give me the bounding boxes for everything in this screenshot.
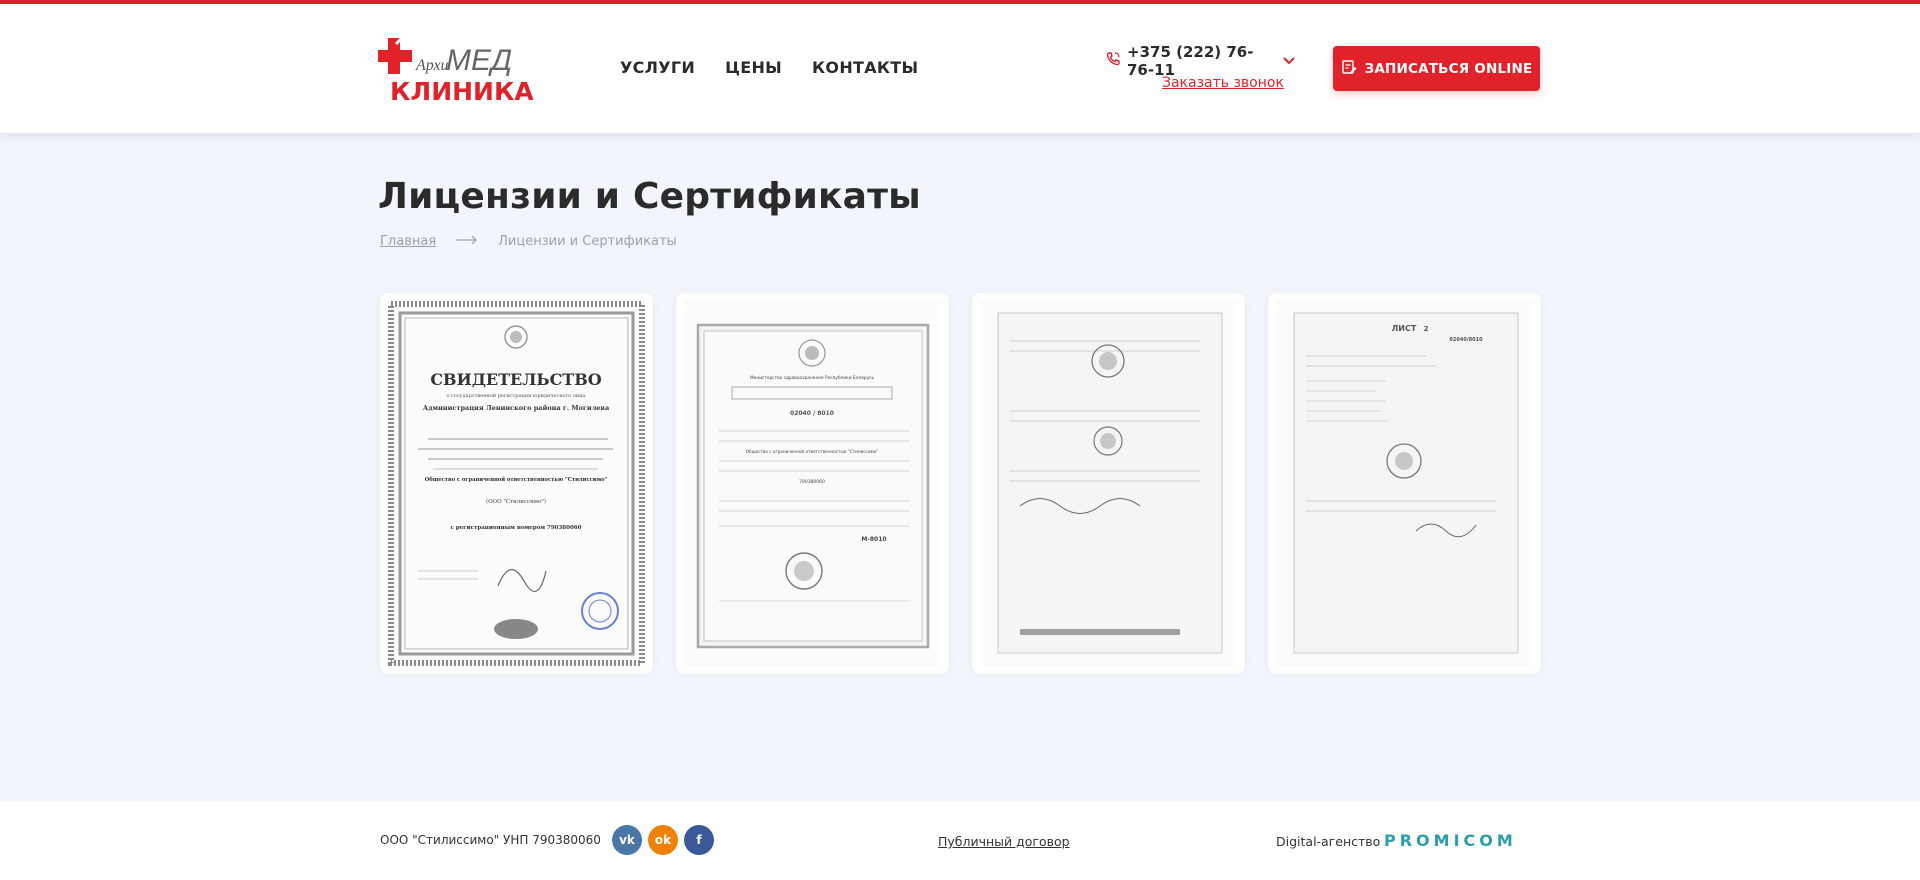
license-heading: Министерство здравоохранения Республики … <box>750 375 875 381</box>
document-card[interactable]: ЛИСТ 2 02040/8010 <box>1268 293 1541 674</box>
signup-online-button[interactable]: ЗАПИСАТЬСЯ ONLINE <box>1333 46 1540 91</box>
logo-text-clinic: КЛИНИКА <box>390 77 533 106</box>
phone-number[interactable]: +375 (222) 76-76-11 <box>1127 43 1277 79</box>
nav-item-prices[interactable]: ЦЕНЫ <box>725 58 782 77</box>
site-logo[interactable]: Архи МЕД КЛИНИКА <box>378 34 533 106</box>
sheet-heading: ЛИСТ <box>1392 324 1417 333</box>
form-icon <box>1341 59 1357 79</box>
document-card[interactable]: Министерство здравоохранения Республики … <box>676 293 949 674</box>
site-footer: ООО "Стилиссимо" УНП 790380060 vk ok f П… <box>0 801 1920 880</box>
phone-row[interactable]: +375 (222) 76-76-11 <box>1105 43 1295 79</box>
logo-text-top: Архи <box>415 57 449 74</box>
ok-icon[interactable]: ok <box>648 825 678 855</box>
certificate-line5: с регистрационным номером 790380060 <box>451 525 582 531</box>
document-image-license-sheet-1 <box>980 301 1237 666</box>
main-nav: УСЛУГИ ЦЕНЫ КОНТАКТЫ <box>620 58 918 77</box>
license-number: 02040 / 8010 <box>790 410 834 417</box>
phone-block: +375 (222) 76-76-11 Заказать звонок <box>1105 43 1295 91</box>
license-reg: 790380060 <box>799 479 825 485</box>
arrow-right-icon <box>456 234 478 249</box>
nav-item-services[interactable]: УСЛУГИ <box>620 58 695 77</box>
phone-icon <box>1105 51 1121 72</box>
sheet-number: 02040/8010 <box>1449 337 1483 343</box>
agency-logo[interactable]: PROMICOM <box>1384 831 1544 854</box>
document-image-license: Министерство здравоохранения Республики … <box>684 301 941 666</box>
page-title: Лицензии и Сертификаты <box>378 176 921 217</box>
license-org: Общество с ограниченной ответственностью… <box>746 449 879 454</box>
certificate-line2: Администрация Ленинского района г. Могил… <box>423 404 610 412</box>
social-links: vk ok f <box>612 825 714 855</box>
document-card[interactable] <box>972 293 1245 674</box>
sheet-page: 2 <box>1424 325 1429 333</box>
certificate-heading: СВИДЕТЕЛЬСТВО <box>430 370 601 389</box>
public-contract-link[interactable]: Публичный договор <box>938 834 1070 849</box>
logo-text-med: МЕД <box>446 44 512 77</box>
nav-item-contacts[interactable]: КОНТАКТЫ <box>812 58 918 77</box>
document-image-certificate: СВИДЕТЕЛЬСТВО о государственной регистра… <box>388 301 645 666</box>
callback-link[interactable]: Заказать звонок <box>1162 75 1295 91</box>
agency-name: PROMICOM <box>1384 831 1517 849</box>
signup-button-label: ЗАПИСАТЬСЯ ONLINE <box>1364 60 1533 77</box>
chevron-down-icon[interactable] <box>1283 52 1295 70</box>
vk-icon[interactable]: vk <box>612 825 642 855</box>
license-code: М-8010 <box>861 536 886 543</box>
certificate-line4: (ООО "Стилиссимо") <box>486 498 546 505</box>
documents-gallery: СВИДЕТЕЛЬСТВО о государственной регистра… <box>380 293 1541 674</box>
certificate-line1: о государственной регистрации юридическо… <box>447 393 586 399</box>
logo-graphic: Архи МЕД КЛИНИКА <box>378 35 533 106</box>
document-card[interactable]: СВИДЕТЕЛЬСТВО о государственной регистра… <box>380 293 653 674</box>
site-header: Архи МЕД КЛИНИКА УСЛУГИ ЦЕНЫ КОНТАКТЫ +3… <box>0 4 1920 133</box>
breadcrumb: Главная Лицензии и Сертификаты <box>380 234 677 249</box>
breadcrumb-home[interactable]: Главная <box>380 234 436 249</box>
agency-label: Digital-агенство <box>1276 834 1381 849</box>
breadcrumb-current: Лицензии и Сертификаты <box>498 234 677 249</box>
document-image-license-sheet-2: ЛИСТ 2 02040/8010 <box>1276 301 1533 666</box>
footer-company-info: ООО "Стилиссимо" УНП 790380060 <box>380 833 601 847</box>
facebook-icon[interactable]: f <box>684 825 714 855</box>
certificate-line3: Общество с ограниченной ответственностью… <box>425 476 608 483</box>
